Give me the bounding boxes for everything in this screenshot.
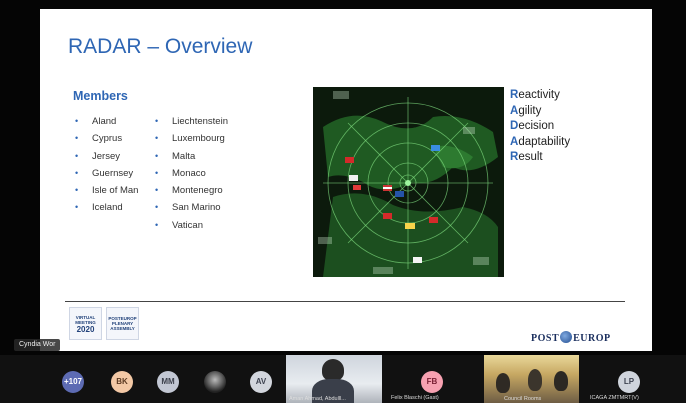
members-list-col1: Aland Cyprus Jersey Guernsey Isle of Man…: [75, 113, 138, 217]
members-heading: Members: [73, 89, 128, 103]
slide-title: RADAR – Overview: [68, 35, 253, 58]
member-item: Vatican: [155, 217, 228, 235]
virtual-meeting-logo: VIRTUAL MEETING 2020: [69, 307, 102, 340]
participant-name: Felix Blaschi (Gast): [391, 395, 439, 401]
footer-divider: [65, 301, 625, 302]
presenter-name-tag: Cyndia Wor: [14, 339, 61, 351]
participant-name: Council Rooms: [504, 396, 542, 402]
participant-video[interactable]: Council Rooms: [484, 355, 579, 403]
acronym-line: Agility: [510, 104, 542, 117]
radar-acronym: Reactivity Agility Decision Adaptability…: [510, 88, 570, 166]
member-item: Liechtenstein: [155, 113, 228, 131]
participant-avatar[interactable]: FB: [421, 371, 443, 393]
member-item: Jersey: [75, 148, 138, 166]
participant-video[interactable]: Aman Ahmad, Abdulll...: [286, 355, 382, 403]
acronym-line: Reactivity: [510, 89, 560, 101]
participant-avatar[interactable]: MM: [157, 371, 179, 393]
member-item: Iceland: [75, 199, 138, 217]
member-item: Guernsey: [75, 165, 138, 183]
member-item: Monaco: [155, 165, 228, 183]
participant-figure: [496, 373, 510, 393]
acronym-line: Decision: [510, 120, 555, 132]
acronym-line: Adaptability: [510, 135, 571, 148]
globe-icon: [560, 331, 573, 343]
member-item: Cyprus: [75, 130, 138, 148]
members-list-col2: Liechtenstein Luxembourg Malta Monaco Mo…: [155, 113, 228, 234]
participant-avatar[interactable]: LP: [618, 371, 640, 393]
meeting-stage: RADAR – Overview Members Aland Cyprus Je…: [0, 0, 686, 403]
participant-figure: [528, 369, 542, 391]
radar-graphic: [313, 87, 504, 277]
participant-strip: +107 BK MM AV Aman Ahmad, Abdulll... FB …: [0, 355, 686, 403]
member-item: Montenegro: [155, 182, 228, 200]
participant-figure: [554, 371, 568, 391]
member-item: Isle of Man: [75, 182, 138, 200]
more-participants-button[interactable]: +107: [62, 371, 84, 393]
posteurop-logo: POST EUROP: [531, 331, 611, 344]
participant-avatar[interactable]: AV: [250, 371, 272, 393]
participant-name: ICAGA ZMTMRT(V): [590, 395, 639, 401]
participant-avatar-photo[interactable]: [204, 371, 226, 393]
participant-name: Aman Ahmad, Abdulll...: [289, 396, 346, 402]
participant-avatar[interactable]: BK: [111, 371, 133, 393]
radar-map-image: [313, 87, 504, 277]
acronym-line: Result: [510, 151, 543, 163]
member-item: Aland: [75, 113, 138, 131]
plenary-assembly-logo: POSTEUROP PLENARY ASSEMBLY: [106, 307, 139, 340]
member-item: San Marino: [155, 199, 228, 217]
participant-head: [322, 359, 344, 381]
member-item: Luxembourg: [155, 130, 228, 148]
shared-slide: RADAR – Overview Members Aland Cyprus Je…: [40, 9, 652, 351]
member-item: Malta: [155, 148, 228, 166]
